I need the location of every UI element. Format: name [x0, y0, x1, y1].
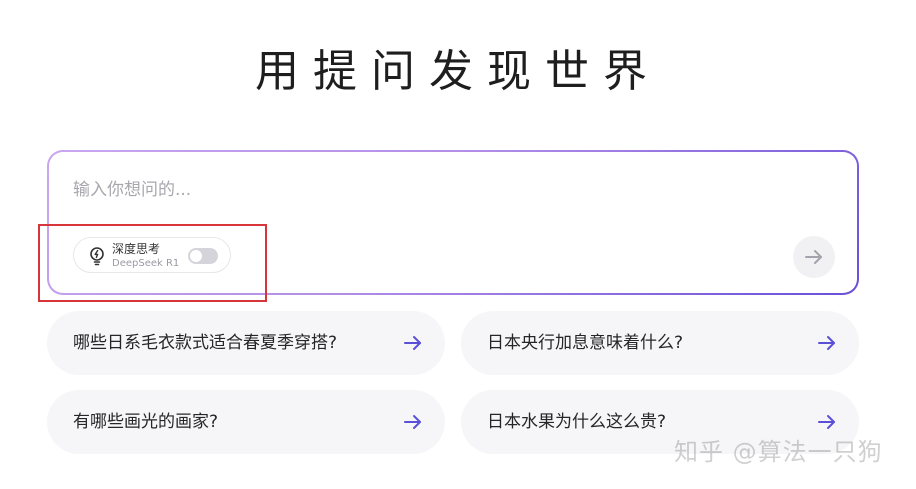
question-input[interactable]: [71, 174, 815, 206]
suggestion-text: 有哪些画光的画家?: [73, 412, 219, 432]
page-title: 用提问发现世界: [255, 46, 661, 97]
suggestion-card[interactable]: 哪些日系毛衣款式适合春夏季穿搭?: [47, 311, 445, 375]
suggestion-text: 日本水果为什么这么贵?: [487, 412, 667, 432]
send-button[interactable]: [793, 236, 835, 278]
page: 用提问发现世界 深度思考 DeepSeek R1: [0, 0, 916, 489]
watermark: 知乎 @算法一只狗: [674, 438, 883, 466]
arrow-right-icon: [805, 250, 822, 264]
suggestion-text: 日本央行加息意味着什么?: [487, 333, 684, 353]
arrow-right-icon: [818, 415, 835, 429]
suggestion-card[interactable]: 日本央行加息意味着什么?: [461, 311, 859, 375]
arrow-right-icon: [818, 336, 835, 350]
suggestion-card[interactable]: 有哪些画光的画家?: [47, 390, 445, 454]
arrow-right-icon: [404, 415, 421, 429]
arrow-right-icon: [404, 336, 421, 350]
highlight-annotation-box: [38, 224, 267, 302]
suggestion-text: 哪些日系毛衣款式适合春夏季穿搭?: [73, 333, 338, 353]
